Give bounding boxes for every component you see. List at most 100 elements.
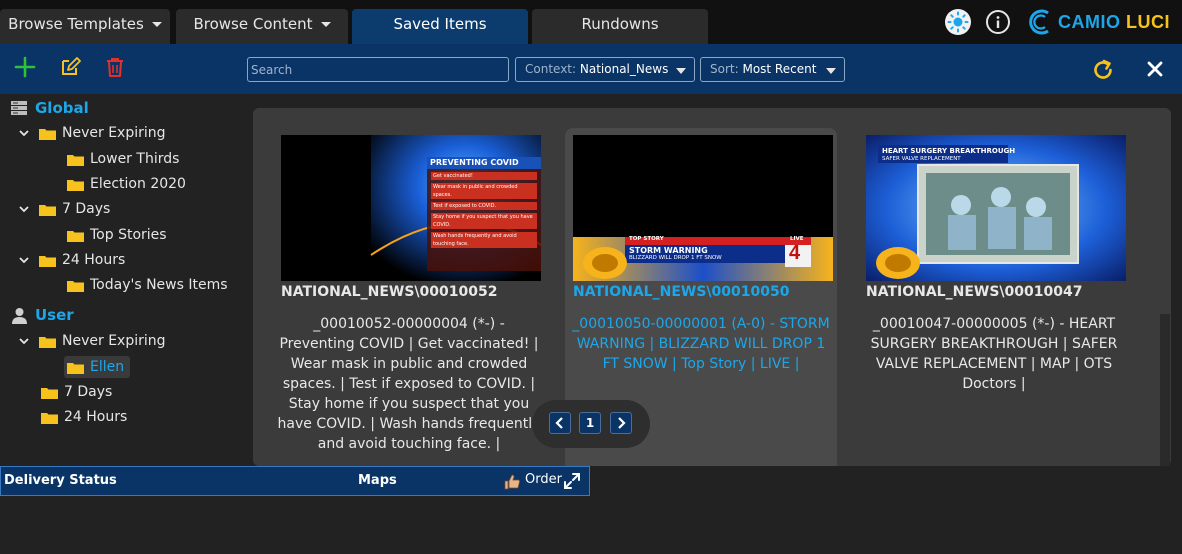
tree-root-global[interactable]: Global: [10, 97, 89, 119]
tree-folder-label: 24 Hours: [64, 409, 128, 425]
folder-icon: [39, 128, 56, 140]
tree-folder-label: Ellen: [90, 359, 125, 375]
close-icon[interactable]: [1145, 59, 1165, 79]
tree-folder-election-2020[interactable]: Election 2020: [67, 173, 186, 195]
tree-folder-label: Lower Thirds: [90, 151, 180, 167]
item-description: _00010050-00000001 (A-0) - STORM WARNING…: [572, 316, 830, 372]
tab-browse-content[interactable]: Browse Content: [176, 9, 348, 44]
refresh-icon[interactable]: [1091, 58, 1115, 82]
thumbnail-heart-surgery: HEART SURGERY BREAKTHROUGH SAFER VALVE R…: [866, 135, 1126, 281]
chevron-down-icon: [19, 130, 29, 137]
saved-item-card[interactable]: HEART SURGERY BREAKTHROUGH SAFER VALVE R…: [858, 128, 1130, 466]
context-select[interactable]: Context: National_News: [515, 57, 695, 82]
thumbs-up-icon: [503, 473, 521, 491]
chevron-down-icon: [826, 68, 836, 74]
edit-icon[interactable]: [59, 56, 81, 78]
item-title: NATIONAL_NEWS\00010052: [281, 284, 498, 300]
expand-icon[interactable]: [563, 472, 581, 490]
tree-root-user-label: User: [35, 306, 74, 324]
page-number-button[interactable]: 1: [579, 412, 601, 434]
camio-c-icon: [1029, 9, 1049, 35]
tab-rundowns[interactable]: Rundowns: [532, 9, 708, 44]
thumbnail-bullet: Stay home if you suspect that you have C…: [433, 214, 533, 228]
chevron-left-icon: [555, 417, 563, 429]
brand-name-part1: CAMIO: [1058, 11, 1121, 32]
chevron-down-icon: [19, 338, 29, 345]
chevron-down-icon: [19, 206, 29, 213]
chevron-down-icon: [151, 22, 162, 27]
next-page-button[interactable]: [610, 412, 632, 434]
thumbnail-headline: HEART SURGERY BREAKTHROUGH: [882, 147, 1016, 155]
chevron-right-icon: [618, 417, 626, 429]
folder-icon: [67, 280, 84, 292]
thumbnail-bullets: Get vaccinated! Wear mask in public and …: [433, 172, 533, 248]
tree-folder-label: Never Expiring: [62, 333, 166, 349]
thumbnail-subline: BLIZZARD WILL DROP 1 FT SNOW: [629, 255, 722, 261]
folder-icon: [67, 230, 84, 242]
tree-root-user[interactable]: User: [11, 304, 74, 326]
thumbnail-subline: SAFER VALVE REPLACEMENT: [882, 156, 961, 162]
top-tab-bar: Browse Templates Browse Content Saved It…: [0, 0, 1182, 44]
maps-label[interactable]: Maps: [358, 473, 397, 488]
folder-icon: [67, 154, 84, 166]
tree-folder-label: Never Expiring: [62, 125, 166, 141]
sidebar-tree: Global Never Expiring Lower Thirds Elect…: [0, 94, 242, 466]
tree-folder-user-24-hours[interactable]: 24 Hours: [41, 406, 127, 428]
tree-folder-label: 7 Days: [62, 201, 111, 217]
tree-root-global-label: Global: [35, 99, 89, 117]
chevron-down-icon: [19, 257, 29, 264]
info-icon[interactable]: [986, 10, 1010, 34]
sort-select[interactable]: Sort: Most Recent: [700, 57, 845, 82]
item-title: NATIONAL_NEWS\00010047: [866, 284, 1083, 300]
bottom-status-bar: Delivery Status Maps Order: [0, 466, 590, 496]
tree-folder-ellen[interactable]: Ellen: [64, 356, 131, 378]
folder-icon: [41, 387, 58, 399]
thumbnail-tag: TOP STORY: [629, 236, 664, 242]
prev-page-button[interactable]: [549, 412, 571, 434]
chevron-down-icon: [676, 68, 686, 74]
tree-folder-lower-thirds[interactable]: Lower Thirds: [67, 148, 179, 170]
empty-area: [0, 496, 1182, 554]
saved-item-card[interactable]: PREVENTING COVID Get vaccinated! Wear ma…: [273, 128, 545, 466]
order-label[interactable]: Order: [525, 472, 562, 487]
search-input[interactable]: [247, 57, 509, 82]
brand-name-part2: LUCI: [1126, 11, 1171, 32]
brightness-icon[interactable]: [945, 9, 971, 35]
thumbnail-covid: PREVENTING COVID Get vaccinated! Wear ma…: [281, 135, 541, 281]
scrollbar[interactable]: [1160, 314, 1170, 466]
saved-items-grid: PREVENTING COVID Get vaccinated! Wear ma…: [253, 108, 1171, 466]
delivery-status-label[interactable]: Delivery Status: [4, 473, 117, 488]
thumbnail-bullet: Get vaccinated!: [433, 173, 473, 179]
folder-icon: [39, 336, 56, 348]
tab-rundowns-label: Rundowns: [581, 15, 659, 33]
sort-select-label: Sort:: [710, 62, 739, 76]
trash-icon[interactable]: [104, 56, 126, 78]
thumbnail-storm: TOP STORY STORM WARNING BLIZZARD WILL DR…: [573, 135, 833, 281]
folder-icon: [41, 412, 58, 424]
plus-icon[interactable]: [14, 56, 36, 78]
tree-folder-user-never-expiring[interactable]: Never Expiring: [19, 330, 166, 352]
folder-icon: [67, 362, 84, 374]
server-icon: [11, 101, 27, 115]
tree-folder-todays-news-items[interactable]: Today's News Items: [67, 274, 228, 296]
context-select-label: Context:: [525, 62, 577, 76]
tree-folder-label: 7 Days: [64, 384, 113, 400]
thumbnail-bullet: Wash hands frequently and avoid touching…: [433, 233, 517, 247]
thumbnail-heading: PREVENTING COVID: [430, 158, 519, 167]
tree-folder-user-7-days[interactable]: 7 Days: [41, 381, 112, 403]
folder-icon: [39, 204, 56, 216]
item-description: _00010047-00000005 (*-) - HEART SURGERY …: [870, 316, 1118, 392]
tree-folder-never-expiring[interactable]: Never Expiring: [19, 122, 166, 144]
tree-folder-top-stories[interactable]: Top Stories: [67, 224, 167, 246]
user-icon: [12, 307, 27, 324]
thumbnail-headline: STORM WARNING: [629, 246, 708, 255]
tree-folder-7-days[interactable]: 7 Days: [19, 198, 110, 220]
tab-saved-items[interactable]: Saved Items: [352, 9, 528, 44]
tree-folder-24-hours[interactable]: 24 Hours: [19, 249, 125, 271]
tree-folder-label: 24 Hours: [62, 252, 126, 268]
folder-icon: [67, 179, 84, 191]
tab-browse-templates[interactable]: Browse Templates: [0, 9, 170, 44]
tree-folder-label: Today's News Items: [90, 277, 228, 293]
chevron-down-icon: [320, 22, 331, 27]
brand-name: CAMIO LUCI: [1058, 12, 1170, 33]
